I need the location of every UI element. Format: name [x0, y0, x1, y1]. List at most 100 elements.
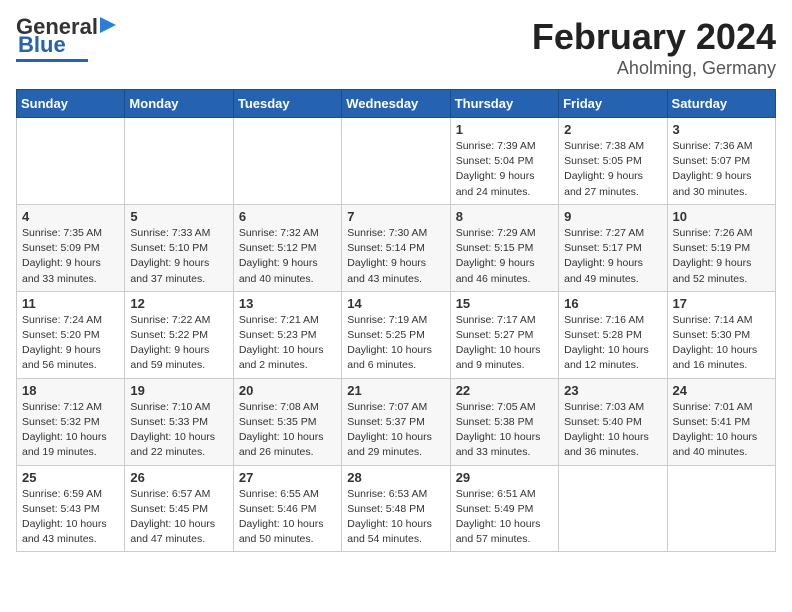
- day-detail: Sunrise: 7:01 AM Sunset: 5:41 PM Dayligh…: [673, 400, 770, 461]
- day-number: 21: [347, 383, 444, 398]
- calendar-week-row: 18Sunrise: 7:12 AM Sunset: 5:32 PM Dayli…: [17, 378, 776, 465]
- calendar-cell: 19 Sunrise: 7:10 AM Sunset: 5:33 PM Dayli…: [125, 378, 233, 465]
- calendar-cell: 1 Sunrise: 7:39 AM Sunset: 5:04 PM Daylig…: [450, 118, 558, 205]
- calendar-week-row: 25 Sunrise: 6:59 AM Sunset: 5:43 PM Dayli…: [17, 465, 776, 552]
- day-detail: Sunrise: 7:29 AM Sunset: 5:15 PM Dayligh…: [456, 226, 553, 287]
- day-detail: Sunrise: 7:26 AM Sunset: 5:19 PM Dayligh…: [673, 226, 770, 287]
- calendar-cell: 22 Sunrise: 7:05 AM Sunset: 5:38 PM Dayli…: [450, 378, 558, 465]
- calendar-cell: 9 Sunrise: 7:27 AM Sunset: 5:17 PM Daylig…: [559, 204, 667, 291]
- day-detail: Sunrise: 6:59 AM Sunset: 5:43 PM Dayligh…: [22, 487, 119, 548]
- day-number: 10: [673, 209, 770, 224]
- calendar-cell: 12 Sunrise: 7:22 AM Sunset: 5:22 PM Dayli…: [125, 291, 233, 378]
- day-detail: Sunrise: 7:17 AM Sunset: 5:27 PM Dayligh…: [456, 313, 553, 374]
- calendar-cell: 11 Sunrise: 7:24 AM Sunset: 5:20 PM Dayli…: [17, 291, 125, 378]
- day-detail: Sunrise: 7:24 AM Sunset: 5:20 PM Dayligh…: [22, 313, 119, 374]
- day-detail: Sunrise: 7:39 AM Sunset: 5:04 PM Dayligh…: [456, 139, 553, 200]
- day-number: 4: [22, 209, 119, 224]
- day-number: 25: [22, 470, 119, 485]
- day-detail: Sunrise: 7:10 AM Sunset: 5:33 PM Dayligh…: [130, 400, 227, 461]
- day-number: 3: [673, 122, 770, 137]
- calendar-week-row: 1 Sunrise: 7:39 AM Sunset: 5:04 PM Daylig…: [17, 118, 776, 205]
- calendar-cell: 3 Sunrise: 7:36 AM Sunset: 5:07 PM Daylig…: [667, 118, 775, 205]
- title-block: February 2024 Aholming, Germany: [532, 16, 776, 79]
- calendar-cell: [342, 118, 450, 205]
- col-header-monday: Monday: [125, 90, 233, 118]
- day-number: 5: [130, 209, 227, 224]
- calendar-cell: 26 Sunrise: 6:57 AM Sunset: 5:45 PM Dayli…: [125, 465, 233, 552]
- day-number: 11: [22, 296, 119, 311]
- calendar-cell: [559, 465, 667, 552]
- calendar-cell: 25 Sunrise: 6:59 AM Sunset: 5:43 PM Dayli…: [17, 465, 125, 552]
- calendar-cell: 27 Sunrise: 6:55 AM Sunset: 5:46 PM Dayli…: [233, 465, 341, 552]
- calendar-header-row: SundayMondayTuesdayWednesdayThursdayFrid…: [17, 90, 776, 118]
- day-detail: Sunrise: 7:32 AM Sunset: 5:12 PM Dayligh…: [239, 226, 336, 287]
- day-detail: Sunrise: 7:19 AM Sunset: 5:25 PM Dayligh…: [347, 313, 444, 374]
- day-number: 16: [564, 296, 661, 311]
- col-header-sunday: Sunday: [17, 90, 125, 118]
- col-header-wednesday: Wednesday: [342, 90, 450, 118]
- day-detail: Sunrise: 7:05 AM Sunset: 5:38 PM Dayligh…: [456, 400, 553, 461]
- page-header: General Blue February 2024 Aholming, Ger…: [16, 16, 776, 79]
- day-detail: Sunrise: 7:07 AM Sunset: 5:37 PM Dayligh…: [347, 400, 444, 461]
- calendar-cell: [667, 465, 775, 552]
- day-number: 7: [347, 209, 444, 224]
- day-detail: Sunrise: 7:16 AM Sunset: 5:28 PM Dayligh…: [564, 313, 661, 374]
- calendar-cell: 23Sunrise: 7:03 AM Sunset: 5:40 PM Dayli…: [559, 378, 667, 465]
- day-detail: Sunrise: 6:51 AM Sunset: 5:49 PM Dayligh…: [456, 487, 553, 548]
- calendar-cell: [17, 118, 125, 205]
- calendar-cell: 10 Sunrise: 7:26 AM Sunset: 5:19 PM Dayli…: [667, 204, 775, 291]
- calendar-cell: 5 Sunrise: 7:33 AM Sunset: 5:10 PM Daylig…: [125, 204, 233, 291]
- day-detail: Sunrise: 7:03 AM Sunset: 5:40 PM Dayligh…: [564, 400, 661, 461]
- day-detail: Sunrise: 7:27 AM Sunset: 5:17 PM Dayligh…: [564, 226, 661, 287]
- day-detail: Sunrise: 7:33 AM Sunset: 5:10 PM Dayligh…: [130, 226, 227, 287]
- day-number: 19: [130, 383, 227, 398]
- day-number: 26: [130, 470, 227, 485]
- day-number: 17: [673, 296, 770, 311]
- calendar-cell: 6Sunrise: 7:32 AM Sunset: 5:12 PM Daylig…: [233, 204, 341, 291]
- calendar-cell: 7 Sunrise: 7:30 AM Sunset: 5:14 PM Daylig…: [342, 204, 450, 291]
- day-detail: Sunrise: 7:36 AM Sunset: 5:07 PM Dayligh…: [673, 139, 770, 200]
- calendar-cell: 2 Sunrise: 7:38 AM Sunset: 5:05 PM Daylig…: [559, 118, 667, 205]
- logo-underline: [16, 59, 88, 62]
- location: Aholming, Germany: [532, 58, 776, 79]
- day-number: 12: [130, 296, 227, 311]
- calendar-cell: 29 Sunrise: 6:51 AM Sunset: 5:49 PM Dayli…: [450, 465, 558, 552]
- calendar-week-row: 4 Sunrise: 7:35 AM Sunset: 5:09 PM Daylig…: [17, 204, 776, 291]
- calendar-cell: 4 Sunrise: 7:35 AM Sunset: 5:09 PM Daylig…: [17, 204, 125, 291]
- calendar-table: SundayMondayTuesdayWednesdayThursdayFrid…: [16, 89, 776, 552]
- col-header-tuesday: Tuesday: [233, 90, 341, 118]
- day-detail: Sunrise: 6:57 AM Sunset: 5:45 PM Dayligh…: [130, 487, 227, 548]
- col-header-thursday: Thursday: [450, 90, 558, 118]
- day-detail: Sunrise: 7:38 AM Sunset: 5:05 PM Dayligh…: [564, 139, 661, 200]
- day-number: 13: [239, 296, 336, 311]
- calendar-cell: 21 Sunrise: 7:07 AM Sunset: 5:37 PM Dayli…: [342, 378, 450, 465]
- day-number: 9: [564, 209, 661, 224]
- day-number: 29: [456, 470, 553, 485]
- day-detail: Sunrise: 7:22 AM Sunset: 5:22 PM Dayligh…: [130, 313, 227, 374]
- calendar-cell: 15 Sunrise: 7:17 AM Sunset: 5:27 PM Dayli…: [450, 291, 558, 378]
- day-detail: Sunrise: 7:14 AM Sunset: 5:30 PM Dayligh…: [673, 313, 770, 374]
- calendar-cell: 17 Sunrise: 7:14 AM Sunset: 5:30 PM Dayli…: [667, 291, 775, 378]
- calendar-cell: 13 Sunrise: 7:21 AM Sunset: 5:23 PM Dayli…: [233, 291, 341, 378]
- day-number: 27: [239, 470, 336, 485]
- logo: General Blue: [16, 16, 120, 62]
- day-detail: Sunrise: 7:35 AM Sunset: 5:09 PM Dayligh…: [22, 226, 119, 287]
- calendar-cell: [233, 118, 341, 205]
- calendar-week-row: 11 Sunrise: 7:24 AM Sunset: 5:20 PM Dayli…: [17, 291, 776, 378]
- day-number: 2: [564, 122, 661, 137]
- day-number: 1: [456, 122, 553, 137]
- calendar-cell: 16 Sunrise: 7:16 AM Sunset: 5:28 PM Dayli…: [559, 291, 667, 378]
- logo-blue-text: Blue: [18, 32, 66, 58]
- day-number: 22: [456, 383, 553, 398]
- day-number: 28: [347, 470, 444, 485]
- calendar-cell: 14Sunrise: 7:19 AM Sunset: 5:25 PM Dayli…: [342, 291, 450, 378]
- day-detail: Sunrise: 7:21 AM Sunset: 5:23 PM Dayligh…: [239, 313, 336, 374]
- day-detail: Sunrise: 7:30 AM Sunset: 5:14 PM Dayligh…: [347, 226, 444, 287]
- day-detail: Sunrise: 6:55 AM Sunset: 5:46 PM Dayligh…: [239, 487, 336, 548]
- col-header-friday: Friday: [559, 90, 667, 118]
- day-number: 24: [673, 383, 770, 398]
- calendar-cell: 28Sunrise: 6:53 AM Sunset: 5:48 PM Dayli…: [342, 465, 450, 552]
- calendar-cell: 8Sunrise: 7:29 AM Sunset: 5:15 PM Daylig…: [450, 204, 558, 291]
- month-title: February 2024: [532, 16, 776, 58]
- day-number: 15: [456, 296, 553, 311]
